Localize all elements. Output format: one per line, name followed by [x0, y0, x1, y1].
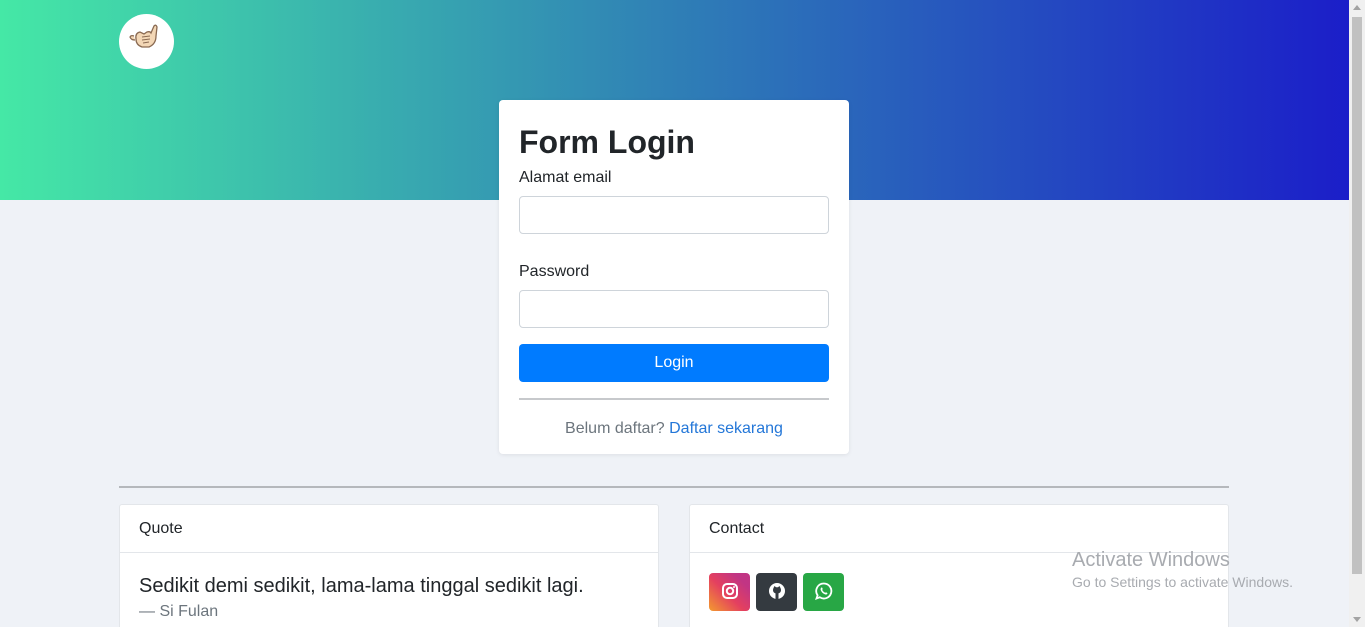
vertical-scrollbar[interactable] [1349, 0, 1365, 627]
quote-text: Sedikit demi sedikit, lama-lama tinggal … [139, 575, 584, 597]
section-divider [119, 486, 1229, 488]
contact-header: Contact [690, 505, 1228, 553]
email-label: Alamat email [519, 169, 612, 186]
watermark-subtitle: Go to Settings to activate Windows. [1072, 574, 1293, 590]
instagram-button[interactable] [709, 573, 750, 611]
login-title: Form Login [519, 124, 695, 160]
windows-activation-watermark: Activate Windows Go to Settings to activ… [1072, 548, 1293, 592]
whatsapp-icon [814, 582, 833, 603]
password-label: Password [519, 263, 590, 280]
login-card: Form Login Alamat email Password Login B… [499, 100, 849, 454]
shaka-hand-icon [127, 19, 167, 64]
signup-line: Belum daftar? Daftar sekarang [519, 420, 829, 438]
site-logo[interactable] [119, 14, 174, 69]
instagram-icon [721, 582, 739, 603]
password-field[interactable] [519, 290, 829, 328]
quote-author: — Si Fulan [139, 603, 219, 620]
login-button[interactable]: Login [519, 344, 829, 382]
scroll-down-arrow-icon[interactable] [1353, 617, 1361, 622]
email-field[interactable] [519, 196, 829, 234]
github-icon [768, 582, 786, 603]
github-button[interactable] [756, 573, 797, 611]
quote-header: Quote [120, 505, 658, 553]
signup-prompt: Belum daftar? [565, 420, 665, 437]
scroll-up-arrow-icon[interactable] [1353, 5, 1361, 10]
whatsapp-button[interactable] [803, 573, 844, 611]
scroll-thumb[interactable] [1352, 17, 1362, 574]
form-divider [519, 398, 829, 400]
watermark-title: Activate Windows [1072, 549, 1230, 571]
quote-card: Quote Sedikit demi sedikit, lama-lama ti… [119, 504, 659, 627]
signup-link[interactable]: Daftar sekarang [669, 420, 783, 437]
